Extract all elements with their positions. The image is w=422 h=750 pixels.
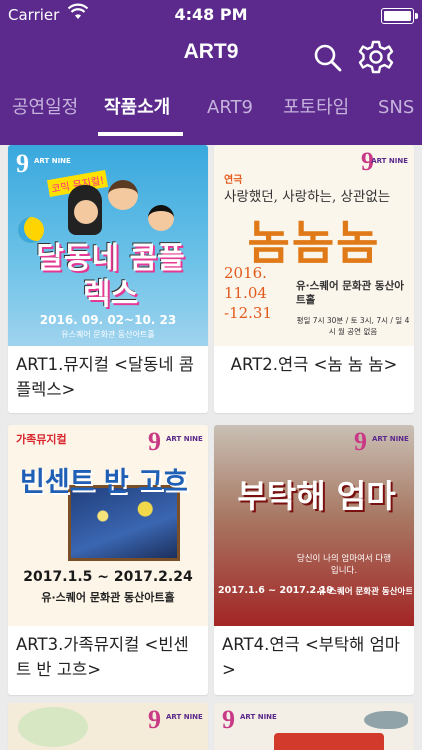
tab-sns[interactable]: SNS (378, 88, 414, 136)
work-card-3[interactable]: 가족뮤지컬 9 ART NINE 빈센트 반 고흐 2017.1.5 ~ 201… (8, 425, 208, 695)
moon-icon (18, 217, 44, 243)
gear-icon[interactable] (358, 39, 394, 75)
poster-venue: 유스퀘어 문화관 동산아트홀 (61, 330, 155, 339)
tab-phototime[interactable]: 포토타임 (283, 88, 349, 136)
poster-image-4: 9 ART NINE 부탁해 엄마 당신이 나의 엄마여서 다행입니다. 201… (214, 425, 414, 626)
poster-title: 부탁해 엄마 (237, 477, 396, 515)
work-card-4[interactable]: 9 ART NINE 부탁해 엄마 당신이 나의 엄마여서 다행입니다. 201… (214, 425, 414, 695)
poster-title: 달동네 콤플렉스 (36, 241, 185, 312)
tab-indicator (98, 132, 183, 136)
poster-dates: 2016. 11.04 -12.31 (224, 264, 273, 322)
poster-dates: 2016. 09. 02~10. 23 (39, 313, 177, 327)
poster-brand: ART NINE (34, 157, 71, 165)
poster-dates: 2017.1.6 ~ 2017.2.19 (218, 585, 333, 596)
work-caption-3: ART3.가족뮤지컬 <빈센트 반 고흐> (16, 635, 189, 679)
tab-schedule[interactable]: 공연일정 (12, 88, 78, 136)
art9-logo-icon: 9 (354, 427, 367, 456)
search-icon[interactable] (312, 42, 344, 74)
art9-logo-icon: 9 (148, 427, 161, 456)
poster-schedule: 평일 7시 30분 / 토 3시, 7시 / 일 4시 월 공연 없음 (296, 316, 410, 336)
art9-logo-icon: 9 (16, 149, 29, 178)
work-card-6[interactable]: 9 ART NINE (214, 703, 414, 750)
battery-icon (381, 8, 418, 24)
tab-bar: 공연일정 작품소개 ART9 포토타임 SNS (0, 88, 422, 140)
art9-logo-icon: 9 (222, 705, 235, 734)
poster-genre: 가족뮤지컬 (16, 433, 67, 446)
work-caption-2: ART2.연극 <놈 놈 놈> (230, 355, 398, 374)
poster-brand: ART NINE (166, 713, 203, 721)
poster-genre: 연극 (224, 175, 243, 186)
poster-dates: 2017.1.5 ~ 2017.2.24 (23, 569, 193, 585)
tab-art9[interactable]: ART9 (207, 88, 253, 136)
art9-logo-icon: 9 (148, 705, 161, 734)
poster-image-6: 9 ART NINE (214, 703, 414, 750)
poster-venue: 유·스퀘어 문화관 동산아트홀 (41, 591, 175, 604)
top-bar: Carrier 4:48 PM ART9 공연일정 작품소개 ART9 포토타임… (0, 0, 422, 145)
poster-image-1: 9 ART NINE 코믹 뮤지컬! 달동네 콤플렉스 2016. 09. 02… (8, 145, 208, 346)
poster-venue: 유·스퀘어 문화관 동산아트홀 (318, 587, 412, 597)
work-card-2[interactable]: 9 ART NINE 연극 사랑했던, 사랑하는, 상관없는 놈놈놈 2016.… (214, 145, 414, 413)
poster-image-2: 9 ART NINE 연극 사랑했던, 사랑하는, 상관없는 놈놈놈 2016.… (214, 145, 414, 346)
poster-brand: ART NINE (371, 157, 408, 165)
poster-quote: 당신이 나의 엄마여서 다행입니다. (296, 554, 392, 576)
tab-works[interactable]: 작품소개 (104, 88, 170, 136)
poster-tagline: 사랑했던, 사랑하는, 상관없는 (224, 189, 391, 205)
work-caption-1: ART1.뮤지컬 <달동네 콤플렉스> (16, 355, 194, 399)
poster-brand: ART NINE (372, 435, 409, 443)
work-caption-4: ART4.연극 <부탁해 엄마> (222, 635, 400, 679)
status-time: 4:48 PM (174, 5, 248, 24)
poster-brand: ART NINE (166, 435, 203, 443)
status-bar: Carrier 4:48 PM (0, 0, 422, 30)
poster-venue: 유·스퀘어 문화관 동산아트홀 (296, 280, 404, 306)
fish-icon (364, 711, 408, 729)
poster-image-5: 9 ART NINE (8, 703, 208, 750)
work-card-1[interactable]: 9 ART NINE 코믹 뮤지컬! 달동네 콤플렉스 2016. 09. 02… (8, 145, 208, 413)
poster-image-3: 가족뮤지컬 9 ART NINE 빈센트 반 고흐 2017.1.5 ~ 201… (8, 425, 208, 626)
poster-title: 빈센트 반 고흐 (20, 467, 188, 498)
work-card-5[interactable]: 9 ART NINE (8, 703, 208, 750)
poster-brand: ART NINE (240, 713, 277, 721)
